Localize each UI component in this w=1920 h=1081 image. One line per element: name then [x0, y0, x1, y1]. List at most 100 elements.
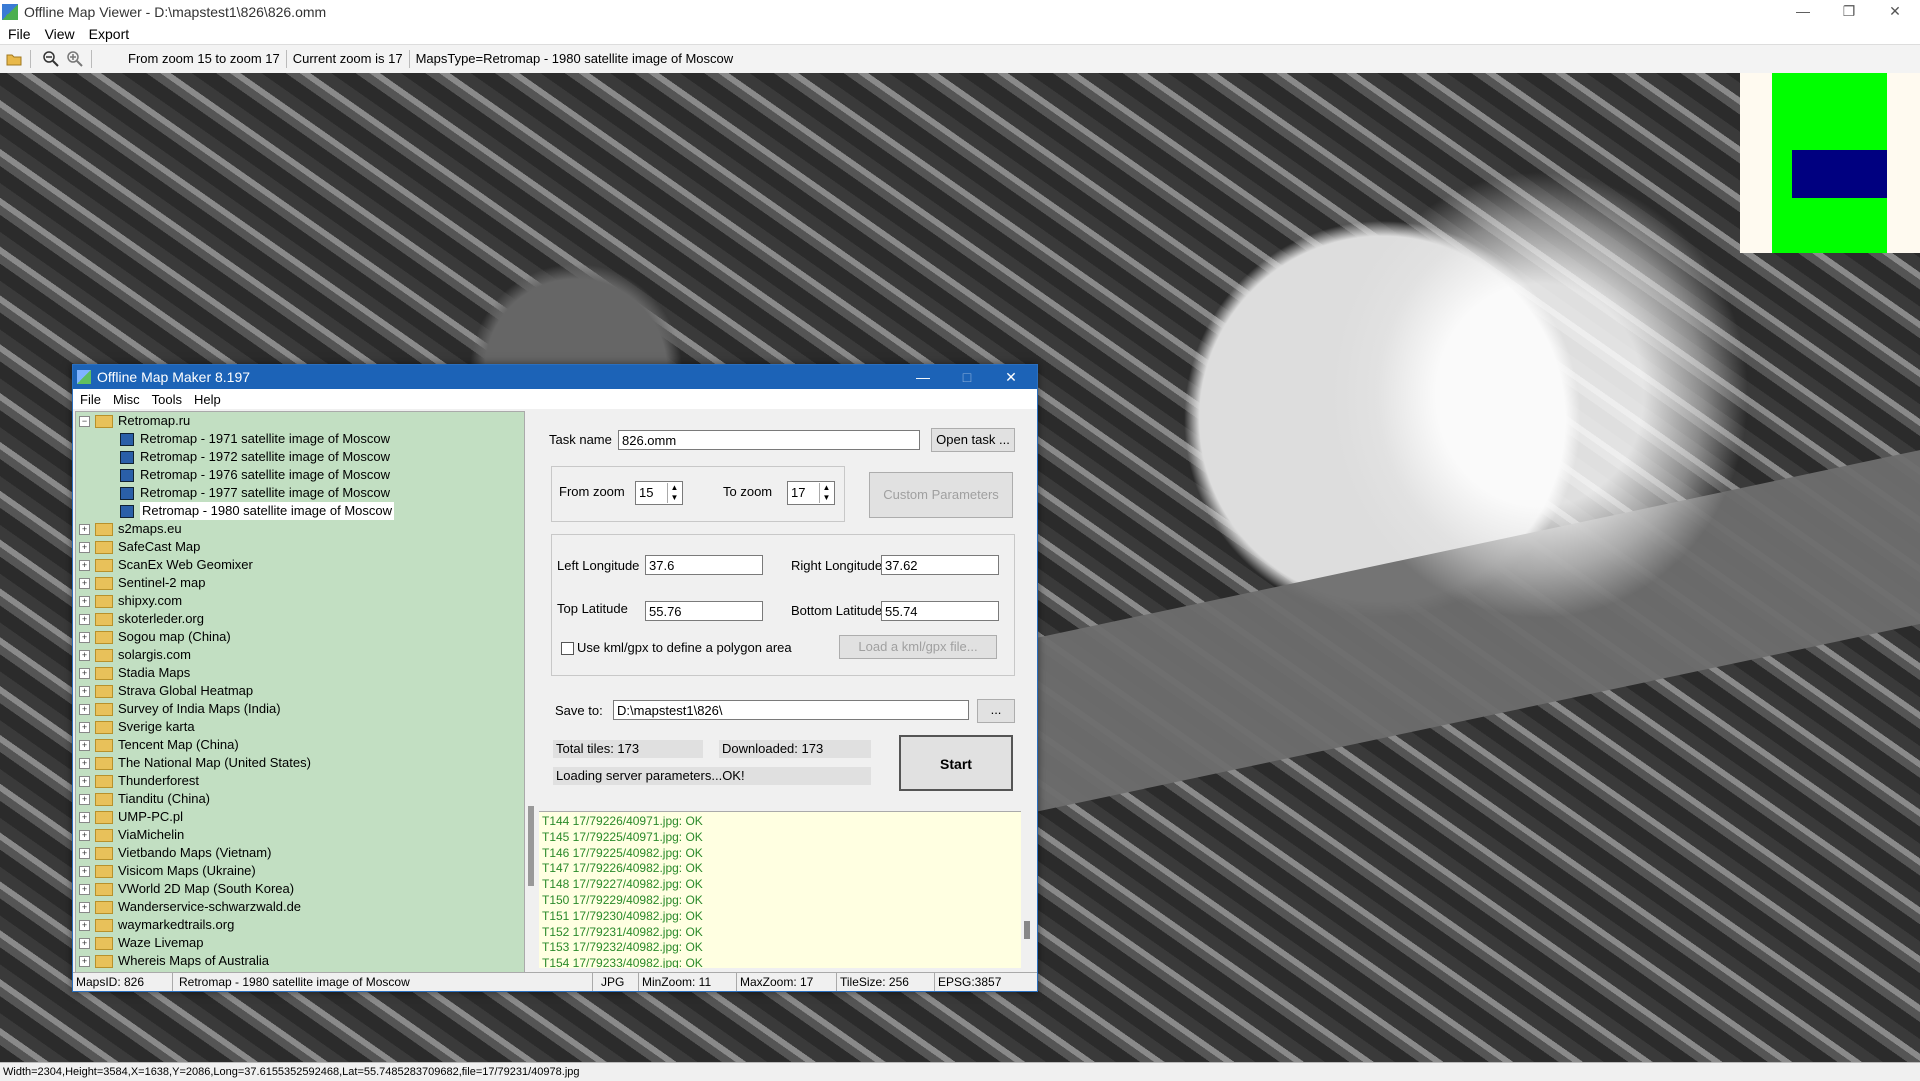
expand-icon[interactable]: + — [79, 739, 90, 751]
expand-icon[interactable]: + — [79, 541, 90, 553]
right-longitude-input[interactable]: 37.62 — [881, 555, 999, 575]
tree-node-provider[interactable]: + skoterleder.org — [79, 610, 204, 628]
tree-node-label: Sentinel-2 map — [118, 575, 206, 590]
tree-node-provider[interactable]: + Sentinel-2 map — [79, 574, 205, 592]
expand-icon[interactable]: + — [79, 631, 90, 643]
tree-leaf-retromap-1977[interactable]: Retromap - 1977 satellite image of Mosco… — [120, 484, 390, 502]
expand-icon[interactable]: + — [79, 577, 90, 589]
minimize-button[interactable]: — — [1780, 0, 1826, 24]
tree-node-provider[interactable]: + ViaMichelin — [79, 826, 184, 844]
expand-icon[interactable]: + — [79, 937, 90, 949]
tree-node-provider[interactable]: + Survey of India Maps (India) — [79, 700, 281, 718]
dialog-minimize-button[interactable]: — — [903, 365, 943, 389]
expand-icon[interactable]: + — [79, 523, 90, 535]
tree-node-provider[interactable]: + Whereis Maps of Australia — [79, 952, 269, 970]
menu-view[interactable]: View — [45, 26, 75, 42]
tree-node-provider[interactable]: + Sverige karta — [79, 718, 195, 736]
expand-icon[interactable]: + — [79, 649, 90, 661]
expand-icon[interactable]: + — [79, 865, 90, 877]
tree-node-provider[interactable]: + Sogou map (China) — [79, 628, 231, 646]
map-icon — [120, 504, 134, 518]
dialog-menu-file[interactable]: File — [80, 392, 101, 407]
expand-icon[interactable]: + — [79, 559, 90, 571]
minimap[interactable] — [1740, 73, 1920, 253]
browse-button[interactable]: ... — [977, 699, 1015, 723]
load-kml-button[interactable]: Load a kml/gpx file... — [839, 635, 997, 659]
start-button[interactable]: Start — [899, 735, 1013, 791]
tree-node-provider[interactable]: + shipxy.com — [79, 592, 182, 610]
expand-icon[interactable]: + — [79, 757, 90, 769]
stepper-arrows-icon[interactable]: ▲ ▼ — [819, 483, 833, 503]
dialog-menu-help[interactable]: Help — [194, 392, 221, 407]
tree-node-provider[interactable]: + UMP-PC.pl — [79, 808, 183, 826]
log-scrollbar-thumb[interactable] — [1024, 921, 1030, 939]
expand-icon[interactable]: + — [79, 919, 90, 931]
tree-node-provider[interactable]: + Tianditu (China) — [79, 790, 210, 808]
menu-export[interactable]: Export — [89, 26, 129, 42]
tree-node-provider[interactable]: + Thunderforest — [79, 772, 199, 790]
log-line: T147 17/79226/40982.jpg: OK — [542, 861, 703, 876]
tree-node-provider[interactable]: + s2maps.eu — [79, 520, 182, 538]
tree-node-provider[interactable]: + SafeCast Map — [79, 538, 200, 556]
dialog-menu-misc[interactable]: Misc — [113, 392, 140, 407]
restore-button[interactable]: ❐ — [1826, 0, 1872, 24]
kml-checkbox[interactable] — [561, 642, 574, 655]
left-longitude-input[interactable]: 37.6 — [645, 555, 763, 575]
tree-node-provider[interactable]: + Stadia Maps — [79, 664, 190, 682]
tree-leaf-retromap-1972[interactable]: Retromap - 1972 satellite image of Mosco… — [120, 448, 390, 466]
tree-node-provider[interactable]: + Visicom Maps (Ukraine) — [79, 862, 256, 880]
tree-scrollbar-thumb[interactable] — [528, 806, 534, 886]
expand-icon[interactable]: + — [79, 721, 90, 733]
app-titlebar: Offline Map Viewer - D:\mapstest1\826\82… — [0, 0, 1920, 24]
tree-node-provider[interactable]: + Wanderservice-schwarzwald.de — [79, 898, 301, 916]
from-zoom-stepper[interactable]: 15 ▲ ▼ — [635, 481, 683, 505]
zoom-out-icon[interactable] — [41, 49, 61, 69]
tree-node-provider[interactable]: + ScanEx Web Geomixer — [79, 556, 253, 574]
save-to-input[interactable]: D:\mapstest1\826\ — [613, 700, 969, 720]
open-task-button[interactable]: Open task ... — [931, 428, 1015, 452]
stepper-arrows-icon[interactable]: ▲ ▼ — [667, 483, 681, 503]
expand-icon[interactable]: + — [79, 703, 90, 715]
tree-node-provider[interactable]: + Strava Global Heatmap — [79, 682, 253, 700]
tree-scrollbar[interactable] — [525, 411, 539, 971]
tree-node-provider[interactable]: + waymarkedtrails.org — [79, 916, 234, 934]
bottom-latitude-input[interactable]: 55.74 — [881, 601, 999, 621]
expand-icon[interactable]: + — [79, 811, 90, 823]
tree-node-provider[interactable]: + Vietbando Maps (Vietnam) — [79, 844, 271, 862]
dialog-menu-tools[interactable]: Tools — [152, 392, 182, 407]
top-latitude-input[interactable]: 55.76 — [645, 601, 763, 621]
tree-node-provider[interactable]: + VWorld 2D Map (South Korea) — [79, 880, 294, 898]
to-zoom-stepper[interactable]: 17 ▲ ▼ — [787, 481, 835, 505]
expand-icon[interactable]: + — [79, 901, 90, 913]
dialog-close-button[interactable]: ✕ — [991, 365, 1031, 389]
expand-icon[interactable]: + — [79, 955, 90, 967]
tree-node-provider[interactable]: + solargis.com — [79, 646, 191, 664]
map-provider-tree[interactable]: − Retromap.ru Retromap - 1971 satellite … — [75, 411, 525, 973]
expand-icon[interactable]: + — [79, 793, 90, 805]
tree-node-provider[interactable]: + Waze Livemap — [79, 934, 204, 952]
task-name-input[interactable]: 826.omm — [618, 430, 920, 450]
tree-leaf-retromap-1971[interactable]: Retromap - 1971 satellite image of Mosco… — [120, 430, 390, 448]
close-button[interactable]: ✕ — [1872, 0, 1918, 24]
tree-node-retromap[interactable]: − Retromap.ru — [79, 412, 190, 430]
expand-icon[interactable]: + — [79, 595, 90, 607]
expand-icon[interactable]: + — [79, 685, 90, 697]
expand-icon[interactable]: + — [79, 775, 90, 787]
tree-leaf-retromap-1976[interactable]: Retromap - 1976 satellite image of Mosco… — [120, 466, 390, 484]
expand-icon[interactable]: + — [79, 883, 90, 895]
menu-file[interactable]: File — [8, 26, 31, 42]
download-log[interactable]: T144 17/79226/40971.jpg: OK T145 17/79225… — [539, 811, 1021, 968]
expand-icon[interactable]: + — [79, 667, 90, 679]
tree-node-provider[interactable]: + The National Map (United States) — [79, 754, 311, 772]
expand-icon[interactable]: + — [79, 829, 90, 841]
tree-node-provider[interactable]: + Tencent Map (China) — [79, 736, 239, 754]
custom-parameters-button[interactable]: Custom Parameters — [869, 472, 1013, 518]
open-folder-icon[interactable] — [4, 49, 24, 69]
collapse-icon[interactable]: − — [79, 415, 90, 427]
tree-leaf-retromap-1980[interactable]: Retromap - 1980 satellite image of Mosco… — [120, 502, 395, 520]
expand-icon[interactable]: + — [79, 613, 90, 625]
dialog-maximize-button[interactable]: □ — [947, 365, 987, 389]
expand-icon[interactable]: + — [79, 847, 90, 859]
zoom-in-icon[interactable] — [65, 49, 85, 69]
log-scrollbar[interactable] — [1021, 811, 1035, 967]
